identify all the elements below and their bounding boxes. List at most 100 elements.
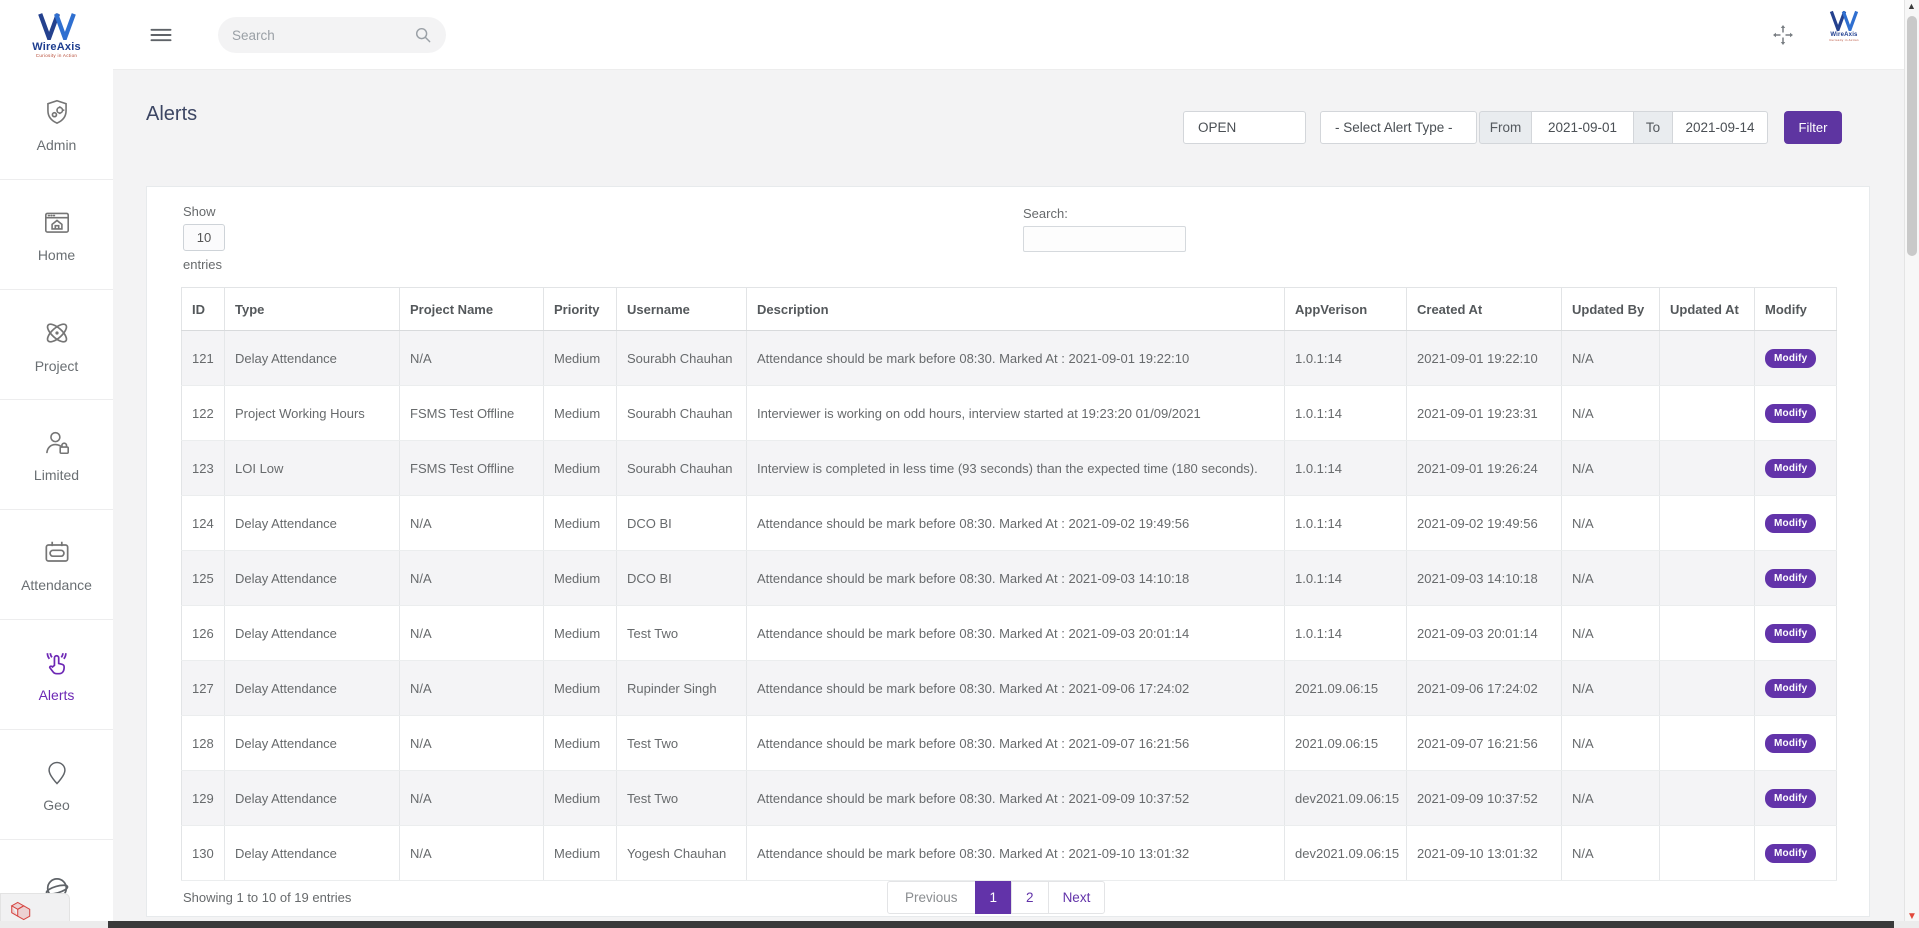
cell-modify: Modify bbox=[1755, 441, 1837, 496]
modify-button[interactable]: Modify bbox=[1765, 734, 1816, 753]
col-header-type[interactable]: Type bbox=[225, 288, 400, 331]
cell-type: Delay Attendance bbox=[225, 606, 400, 661]
vertical-scroll-thumb[interactable] bbox=[1907, 16, 1917, 256]
pagination-next[interactable]: Next bbox=[1048, 881, 1106, 914]
global-search-input[interactable] bbox=[232, 28, 414, 43]
sidebar-item-label: Admin bbox=[37, 137, 77, 153]
modify-button[interactable]: Modify bbox=[1765, 789, 1816, 808]
cell-description: Attendance should be mark before 08:30. … bbox=[747, 661, 1285, 716]
table-search-input[interactable] bbox=[1023, 226, 1186, 252]
table-row: 125Delay AttendanceN/AMediumDCO BIAttend… bbox=[182, 551, 1837, 606]
calendar-icon bbox=[41, 537, 73, 569]
cell-username: DCO BI bbox=[617, 551, 747, 606]
cell-created-at: 2021-09-03 14:10:18 bbox=[1407, 551, 1562, 606]
sidebar-item-home[interactable]: Home bbox=[0, 180, 113, 290]
table-search-label: Search: bbox=[1023, 206, 1068, 221]
cell-description: Attendance should be mark before 08:30. … bbox=[747, 331, 1285, 386]
page-length-input[interactable] bbox=[183, 224, 225, 251]
col-header-priority[interactable]: Priority bbox=[544, 288, 617, 331]
sidebar-item-project[interactable]: Project bbox=[0, 290, 113, 400]
alerts-table-body: 121Delay AttendanceN/AMediumSourabh Chau… bbox=[182, 331, 1837, 881]
cell-app-version: 1.0.1:14 bbox=[1285, 551, 1407, 606]
pagination-page-2[interactable]: 2 bbox=[1011, 881, 1049, 914]
search-icon[interactable] bbox=[414, 26, 432, 44]
modify-button[interactable]: Modify bbox=[1765, 404, 1816, 423]
cell-updated-at bbox=[1660, 551, 1755, 606]
col-header-modify[interactable]: Modify bbox=[1755, 288, 1837, 331]
col-header-id[interactable]: ID bbox=[182, 288, 225, 331]
modify-button[interactable]: Modify bbox=[1765, 514, 1816, 533]
hamburger-icon bbox=[148, 22, 174, 48]
cell-type: Delay Attendance bbox=[225, 496, 400, 551]
cell-modify: Modify bbox=[1755, 826, 1837, 881]
cell-modify: Modify bbox=[1755, 551, 1837, 606]
cell-created-at: 2021-09-06 17:24:02 bbox=[1407, 661, 1562, 716]
modify-button[interactable]: Modify bbox=[1765, 349, 1816, 368]
cell-app-version: 1.0.1:14 bbox=[1285, 331, 1407, 386]
cell-priority: Medium bbox=[544, 826, 617, 881]
col-header-project-name[interactable]: Project Name bbox=[400, 288, 544, 331]
cell-updated-by: N/A bbox=[1562, 441, 1660, 496]
col-header-appverison[interactable]: AppVerison bbox=[1285, 288, 1407, 331]
modify-button[interactable]: Modify bbox=[1765, 844, 1816, 863]
cell-updated-at bbox=[1660, 661, 1755, 716]
cell-modify: Modify bbox=[1755, 496, 1837, 551]
col-header-updated-by[interactable]: Updated By bbox=[1562, 288, 1660, 331]
cell-app-version: 1.0.1:14 bbox=[1285, 496, 1407, 551]
col-header-updated-at[interactable]: Updated At bbox=[1660, 288, 1755, 331]
alert-type-select[interactable]: - Select Alert Type - bbox=[1320, 111, 1477, 144]
cell-created-at: 2021-09-02 19:49:56 bbox=[1407, 496, 1562, 551]
menu-toggle-button[interactable] bbox=[148, 22, 174, 48]
cell-created-at: 2021-09-01 19:26:24 bbox=[1407, 441, 1562, 496]
modify-button[interactable]: Modify bbox=[1765, 459, 1816, 478]
table-search-control: Search: bbox=[1023, 206, 1186, 252]
sidebar-item-attendance[interactable]: Attendance bbox=[0, 510, 113, 620]
cell-created-at: 2021-09-01 19:23:31 bbox=[1407, 386, 1562, 441]
cell-priority: Medium bbox=[544, 771, 617, 826]
sidebar-item-alerts[interactable]: Alerts bbox=[0, 620, 113, 730]
brand-logo[interactable]: WireAxis Curiosity in Action bbox=[0, 0, 113, 70]
pagination-previous[interactable]: Previous bbox=[887, 881, 976, 914]
scroll-up-arrow-icon[interactable]: ▲ bbox=[1907, 1, 1916, 11]
sidebar-item-label: Home bbox=[38, 247, 75, 263]
cell-app-version: 1.0.1:14 bbox=[1285, 441, 1407, 496]
date-range-group: From To bbox=[1479, 111, 1768, 144]
modify-button[interactable]: Modify bbox=[1765, 569, 1816, 588]
filter-button[interactable]: Filter bbox=[1784, 111, 1842, 144]
cell-updated-by: N/A bbox=[1562, 551, 1660, 606]
cell-id: 126 bbox=[182, 606, 225, 661]
from-date-input[interactable] bbox=[1531, 111, 1634, 144]
sidebar-item-label: Project bbox=[35, 358, 79, 374]
cell-priority: Medium bbox=[544, 441, 617, 496]
horizontal-scroll-thumb[interactable] bbox=[108, 921, 1894, 928]
cell-type: Delay Attendance bbox=[225, 771, 400, 826]
cell-username: Sourabh Chauhan bbox=[617, 331, 747, 386]
pagination-page-1[interactable]: 1 bbox=[975, 881, 1013, 914]
vertical-scrollbar[interactable]: ▲ ▼ bbox=[1904, 0, 1919, 928]
cell-modify: Modify bbox=[1755, 606, 1837, 661]
col-header-username[interactable]: Username bbox=[617, 288, 747, 331]
col-header-description[interactable]: Description bbox=[747, 288, 1285, 331]
cell-priority: Medium bbox=[544, 496, 617, 551]
cell-username: Test Two bbox=[617, 606, 747, 661]
cell-username: Sourabh Chauhan bbox=[617, 441, 747, 496]
sidebar-item-limited[interactable]: Limited bbox=[0, 400, 113, 510]
sidebar-item-admin[interactable]: Admin bbox=[0, 70, 113, 180]
to-date-input[interactable] bbox=[1672, 111, 1768, 144]
cell-project-name: N/A bbox=[400, 331, 544, 386]
table-row: 123LOI LowFSMS Test OfflineMediumSourabh… bbox=[182, 441, 1837, 496]
cell-description: Attendance should be mark before 08:30. … bbox=[747, 716, 1285, 771]
cell-project-name: FSMS Test Offline bbox=[400, 441, 544, 496]
modify-button[interactable]: Modify bbox=[1765, 624, 1816, 643]
sidebar-item-geo[interactable]: Geo bbox=[0, 730, 113, 840]
modify-button[interactable]: Modify bbox=[1765, 679, 1816, 698]
table-row: 128Delay AttendanceN/AMediumTest TwoAtte… bbox=[182, 716, 1837, 771]
fullscreen-button[interactable] bbox=[1772, 24, 1794, 46]
status-select[interactable]: OPEN bbox=[1183, 111, 1306, 144]
col-header-created-at[interactable]: Created At bbox=[1407, 288, 1562, 331]
cell-username: Test Two bbox=[617, 771, 747, 826]
page-length-control: Show entries bbox=[183, 204, 225, 272]
cell-username: Rupinder Singh bbox=[617, 661, 747, 716]
cell-priority: Medium bbox=[544, 661, 617, 716]
horizontal-scrollbar[interactable] bbox=[0, 921, 1919, 928]
